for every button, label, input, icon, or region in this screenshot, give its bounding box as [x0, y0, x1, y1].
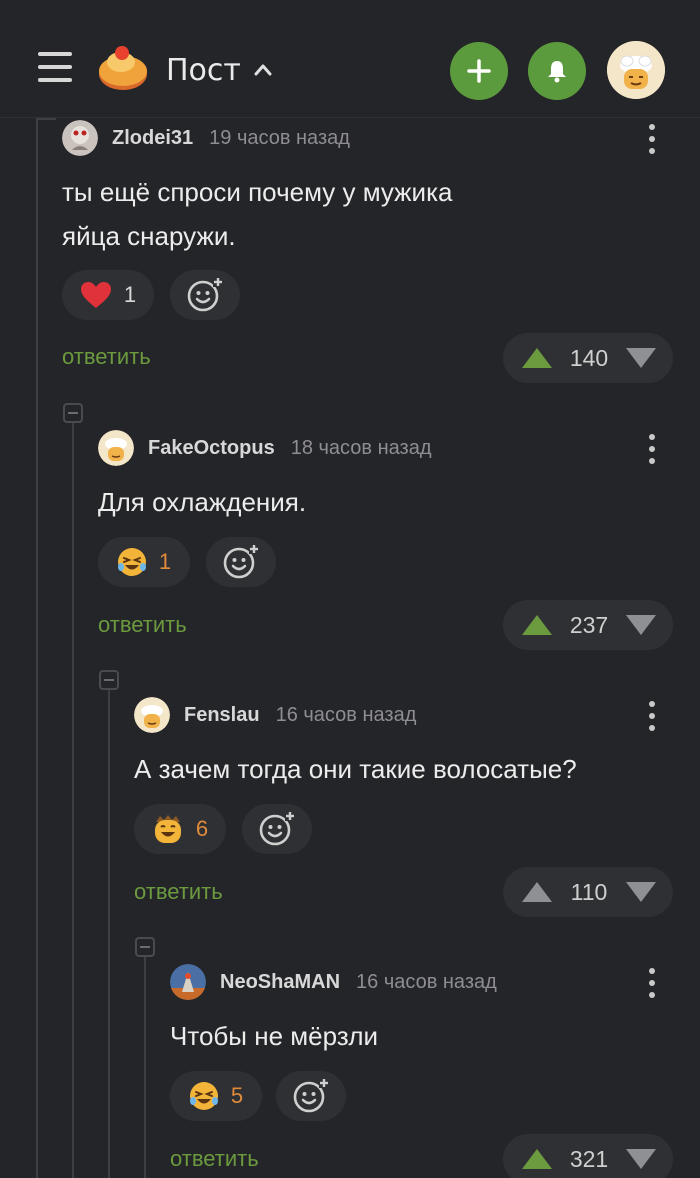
comment-text: ты ещё спроси почему у мужика яйца снару…: [62, 177, 453, 251]
avatar[interactable]: [134, 697, 170, 733]
vote-widget: 140: [503, 333, 673, 383]
comment-text: Для охлаждения.: [98, 487, 307, 517]
comment: Zlodei31 19 часов назад ты ещё спроси по…: [62, 120, 674, 390]
add-reaction-icon: [293, 1078, 329, 1113]
grinning-emoji-icon: [154, 815, 181, 843]
comment: NeoShaMAN 16 часов назад Чтобы не мёрзли…: [170, 964, 674, 1178]
thread-line: [108, 690, 110, 1178]
add-reaction-icon: [187, 277, 223, 312]
avatar-image: [607, 41, 665, 99]
vote-widget: 321: [503, 1134, 673, 1178]
avatar[interactable]: [170, 964, 206, 1000]
reaction-count: 1: [158, 549, 172, 574]
reaction-button[interactable]: 1: [98, 537, 190, 587]
more-options-icon[interactable]: [648, 434, 656, 464]
laughing-emoji-icon: [117, 548, 146, 576]
reaction-button[interactable]: 5: [170, 1071, 262, 1121]
collapse-thread-button[interactable]: [63, 403, 83, 423]
top-bar: Пост: [0, 0, 700, 118]
reply-link[interactable]: ответить: [98, 612, 187, 638]
thread-line: [72, 423, 74, 1178]
comment: Fenslau 16 часов назад А зачем тогда они…: [134, 697, 674, 927]
comment-time: 16 часов назад: [275, 703, 417, 726]
downvote-icon[interactable]: [625, 614, 657, 636]
comment-author[interactable]: NeoShaMAN: [220, 971, 340, 994]
page-title: Пост: [166, 52, 241, 88]
comment-time: 16 часов назад: [356, 970, 497, 993]
add-reaction-button[interactable]: [242, 804, 312, 854]
reaction-button[interactable]: 6: [134, 804, 226, 854]
downvote-icon[interactable]: [625, 881, 657, 903]
laughing-emoji-icon: [189, 1082, 218, 1110]
add-reaction-button[interactable]: [276, 1071, 346, 1121]
chevron-up-icon: [254, 64, 272, 76]
reaction-count: 6: [195, 816, 209, 841]
reaction-count: 5: [230, 1083, 244, 1108]
avatar[interactable]: [98, 430, 134, 466]
comment-author[interactable]: FakeOctopus: [148, 437, 275, 460]
comment-author[interactable]: Zlodei31: [112, 127, 193, 150]
bell-icon: [548, 61, 566, 83]
add-reaction-button[interactable]: [170, 270, 240, 320]
thread-line: [144, 957, 146, 1178]
thread-branch: [36, 118, 56, 120]
comment: FakeOctopus 18 часов назад Для охлаждени…: [98, 430, 674, 660]
collapse-thread-button[interactable]: [135, 937, 155, 957]
vote-score: 237: [569, 612, 609, 638]
add-reaction-button[interactable]: [206, 537, 276, 587]
more-options-icon[interactable]: [648, 968, 656, 998]
upvote-icon[interactable]: [521, 881, 553, 903]
add-post-button[interactable]: [450, 42, 508, 100]
user-avatar[interactable]: [607, 41, 665, 99]
notifications-button[interactable]: [528, 42, 586, 100]
vote-score: 140: [569, 345, 609, 371]
comment-header: Zlodei31 19 часов назад: [62, 120, 350, 156]
comment-header: NeoShaMAN 16 часов назад: [170, 964, 497, 1000]
collapse-thread-button[interactable]: [99, 670, 119, 690]
more-options-icon[interactable]: [648, 701, 656, 731]
avatar-image: [98, 430, 134, 466]
avatar-image: [62, 120, 98, 156]
avatar-image: [134, 697, 170, 733]
reply-link[interactable]: ответить: [170, 1146, 259, 1172]
vote-score: 110: [570, 879, 608, 905]
comment-time: 19 часов назад: [209, 126, 350, 149]
reaction-button[interactable]: 1: [62, 270, 154, 320]
comment-header: Fenslau 16 часов назад: [134, 697, 416, 733]
reply-link[interactable]: ответить: [134, 879, 223, 905]
upvote-icon[interactable]: [521, 347, 553, 369]
heart-icon: [80, 282, 111, 308]
comment-time: 18 часов назад: [290, 436, 432, 459]
thread-line: [36, 118, 38, 1178]
upvote-icon[interactable]: [521, 614, 553, 636]
avatar[interactable]: [62, 120, 98, 156]
vote-score: 321: [569, 1146, 609, 1172]
comment-header: FakeOctopus 18 часов назад: [98, 430, 431, 466]
reply-link[interactable]: ответить: [62, 344, 151, 370]
upvote-icon[interactable]: [521, 1148, 553, 1170]
vote-widget: 237: [503, 600, 673, 650]
comment-author[interactable]: Fenslau: [184, 704, 260, 727]
comment-text: Чтобы не мёрзли: [170, 1021, 379, 1051]
reaction-count: 1: [123, 282, 137, 307]
add-reaction-icon: [259, 811, 295, 846]
downvote-icon[interactable]: [625, 347, 657, 369]
page-title-dropdown[interactable]: Пост: [166, 50, 273, 90]
avatar-image: [170, 964, 206, 1000]
downvote-icon[interactable]: [625, 1148, 657, 1170]
vote-widget: 110: [503, 867, 673, 917]
logo[interactable]: [97, 44, 149, 92]
more-options-icon[interactable]: [648, 124, 656, 154]
comment-text: А зачем тогда они такие волосатые?: [134, 754, 577, 784]
add-reaction-icon: [223, 544, 259, 579]
menu-icon[interactable]: [38, 52, 72, 84]
plus-icon: [467, 59, 491, 83]
